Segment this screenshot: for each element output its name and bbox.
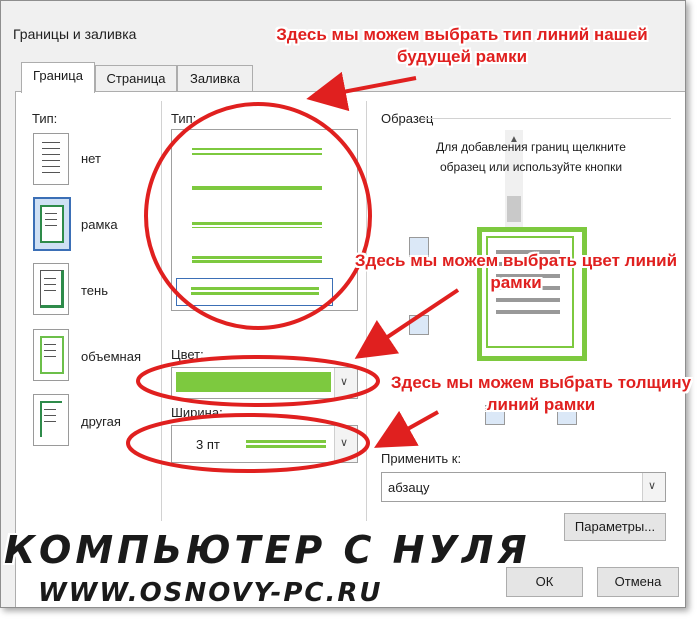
highlight-ellipse-color — [136, 355, 380, 407]
highlight-circle-type — [144, 102, 372, 330]
callout-line-type: Здесь мы можем выбрать тип линий нашей б… — [276, 25, 648, 66]
watermark-url: WWW.OSNOVY-PC.RU — [38, 578, 383, 608]
watermark-title: КОМПЬЮТЕР С НУЛЯ — [4, 528, 531, 572]
highlight-ellipse-width — [126, 413, 370, 473]
callout-line-width: Здесь мы можем выбрать толщину линий рам… — [390, 373, 692, 414]
arrow-width — [374, 410, 439, 448]
arrow-type — [306, 71, 417, 112]
tab-border-label: Граница — [33, 68, 83, 83]
tab-border[interactable]: Граница — [21, 62, 95, 93]
callout-line-color: Здесь мы можем выбрать цвет линий рамки — [354, 251, 678, 292]
arrow-color — [354, 288, 460, 359]
